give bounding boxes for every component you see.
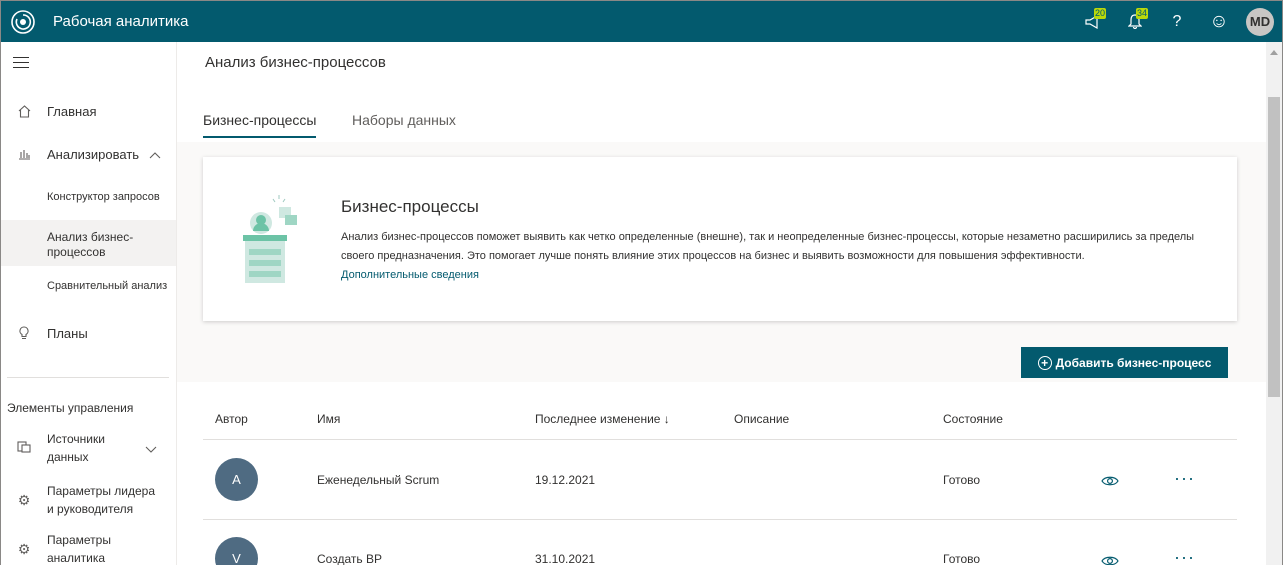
author-avatar: A [215, 458, 258, 501]
top-bar: Рабочая аналитика 20 34 ? ☺ MD [1, 1, 1282, 42]
main-content: Анализ бизнес-процессов Бизнес-процессы … [177, 42, 1266, 565]
vertical-scrollbar[interactable] [1266, 42, 1282, 565]
sidebar-item-label: Параметры аналитика [47, 533, 111, 565]
sidebar-item-comparative-analysis[interactable]: Сравнительный анализ [1, 280, 176, 298]
sidebar-item-analyze[interactable]: Анализировать [1, 143, 176, 165]
row-state: Готово [943, 473, 981, 487]
notifications-badge: 34 [1136, 8, 1149, 19]
learn-more-link[interactable]: Дополнительные сведения [341, 269, 479, 281]
author-avatar: V [215, 537, 258, 565]
sidebar-item-label: Источники данных [47, 432, 105, 464]
view-eye-icon[interactable] [1101, 474, 1119, 492]
lightbulb-icon [1, 326, 47, 340]
sidebar-item-label: Планы [47, 325, 88, 341]
sidebar-item-plans[interactable]: Планы [1, 322, 176, 344]
page-title: Анализ бизнес-процессов [205, 54, 386, 71]
add-circle-icon: + [1037, 355, 1052, 370]
more-options-icon[interactable]: ··· [1174, 547, 1195, 565]
column-header-description[interactable]: Описание [734, 412, 789, 426]
chevron-up-icon [149, 147, 161, 162]
notifications-button[interactable]: 34 [1114, 1, 1156, 42]
row-name[interactable]: Создать BP [317, 552, 382, 565]
data-sources-icon [1, 440, 47, 453]
smiley-icon: ☺ [1209, 10, 1229, 32]
card-description-text: Анализ бизнес-процессов поможет выявить … [341, 231, 1195, 262]
chevron-down-icon [145, 442, 157, 457]
column-header-state[interactable]: Состояние [943, 412, 1003, 426]
bar-chart-icon [1, 148, 47, 160]
row-name[interactable]: Еженедельный Scrum [317, 473, 439, 487]
more-options-icon[interactable]: ··· [1174, 468, 1195, 489]
sidebar-divider [7, 377, 169, 378]
sidebar-item-data-sources[interactable]: Источники данных [1, 430, 176, 466]
feedback-button[interactable]: ☺ [1198, 1, 1240, 42]
sidebar-item-analytics-params[interactable]: ⚙ Параметры аналитика [1, 531, 176, 565]
sidebar-item-query-designer[interactable]: Конструктор запросов [1, 191, 176, 209]
card-title: Бизнес-процессы [341, 197, 479, 216]
card-description: Анализ бизнес-процессов поможет выявить … [341, 228, 1211, 285]
sidebar-item-home[interactable]: Главная [1, 100, 176, 122]
row-divider [203, 519, 1237, 520]
help-button[interactable]: ? [1156, 1, 1198, 42]
hamburger-menu-icon[interactable] [13, 57, 29, 72]
info-card: Бизнес-процессы Анализ бизнес-процессов … [203, 157, 1237, 321]
column-header-modified[interactable]: Последнее изменение ↓ [535, 412, 670, 426]
sidebar-item-label: Анализировать [47, 146, 140, 162]
column-header-author[interactable]: Автор [215, 412, 248, 426]
scroll-up-arrow-icon[interactable] [1270, 50, 1278, 55]
gear-icon: ⚙ [17, 541, 31, 557]
view-eye-icon[interactable] [1101, 554, 1119, 565]
row-modified: 31.10.2021 [535, 552, 596, 565]
business-process-illustration-icon [243, 193, 303, 285]
app-logo-icon[interactable] [9, 8, 37, 36]
sidebar-item-label: Главная [47, 103, 97, 119]
column-header-name[interactable]: Имя [317, 412, 340, 426]
table-header-divider [203, 439, 1237, 440]
tab-business-processes[interactable]: Бизнес-процессы [203, 112, 317, 138]
user-avatar[interactable]: MD [1246, 7, 1274, 36]
row-state: Готово [943, 552, 981, 565]
sidebar-item-process-analysis[interactable]: Анализ бизнес-процессов [1, 220, 176, 266]
add-button-label: Добавить бизнес-процесс [1055, 355, 1212, 370]
add-business-process-button[interactable]: + Добавить бизнес-процесс [1021, 347, 1228, 378]
help-icon: ? [1172, 12, 1182, 30]
sidebar: Главная Анализировать Конструктор запрос… [1, 42, 177, 565]
app-title[interactable]: Рабочая аналитика [53, 13, 188, 30]
scrollbar-thumb[interactable] [1268, 97, 1280, 397]
sidebar-item-label: Параметры лидера и руководителя [47, 484, 156, 516]
announcements-button[interactable]: 20 [1072, 1, 1114, 42]
announcements-badge: 20 [1094, 8, 1107, 19]
tab-datasets[interactable]: Наборы данных [352, 112, 456, 136]
home-icon [1, 104, 47, 118]
management-section-heading: Элементы управления [7, 401, 134, 415]
gear-icon: ⚙ [17, 492, 31, 508]
row-modified: 19.12.2021 [535, 473, 596, 487]
sidebar-item-leader-params[interactable]: ⚙ Параметры лидера и руководителя [1, 482, 176, 518]
